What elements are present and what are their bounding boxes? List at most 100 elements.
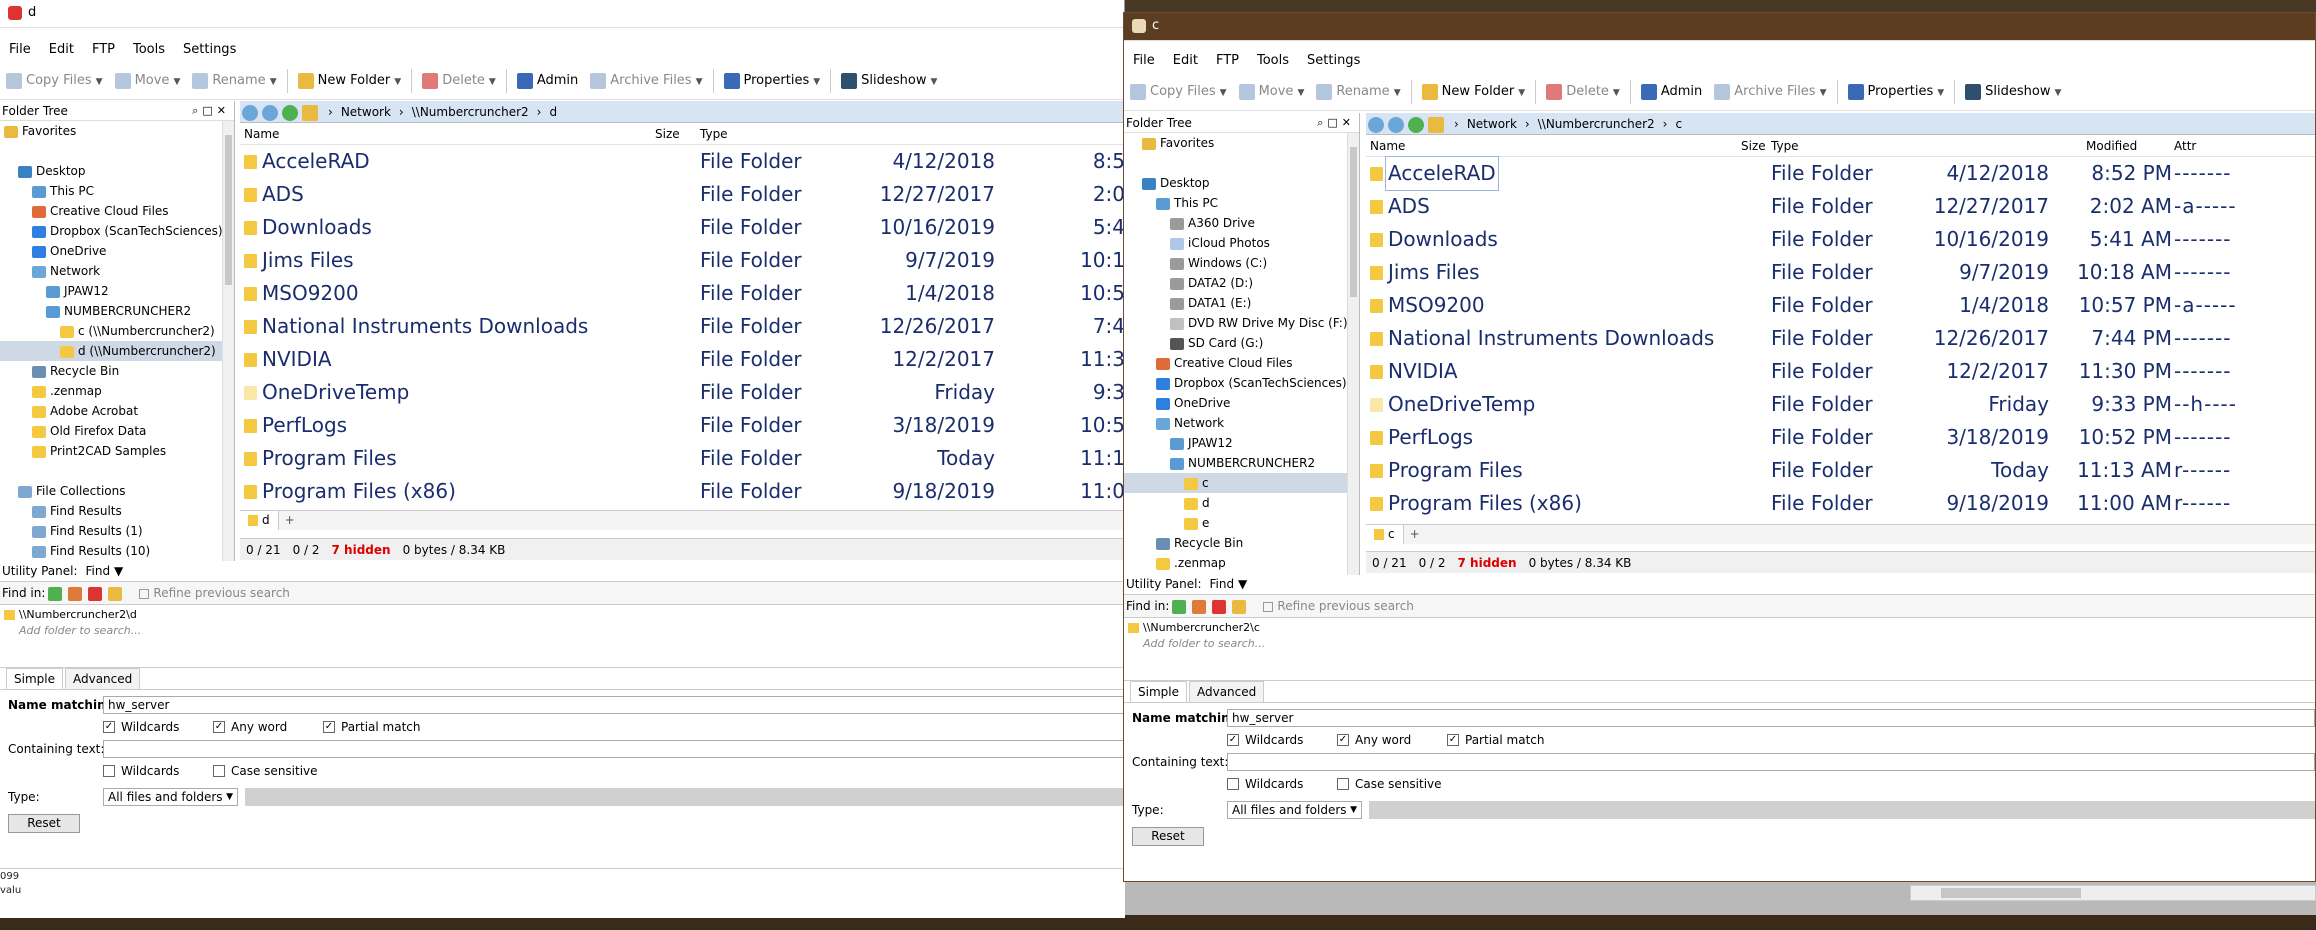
move-button[interactable]: Move ▼ — [1233, 77, 1311, 107]
tree-item[interactable]: Recycle Bin — [0, 361, 234, 381]
column-modified[interactable]: Modified — [2086, 135, 2137, 157]
tree-item[interactable]: Dropbox (ScanTechSciences) — [1124, 373, 1359, 393]
back-icon[interactable] — [242, 104, 258, 121]
chevron-down-icon[interactable]: ▼ — [1518, 88, 1525, 98]
tree-item[interactable]: This PC — [0, 181, 234, 201]
case-checkbox[interactable] — [213, 765, 225, 777]
search-folder-item[interactable]: \\Numbercruncher2\d — [4, 607, 1120, 623]
file-row[interactable]: Program Files (x86) File Folder 9/18/2019 1… — [1366, 487, 2315, 520]
file-row[interactable]: ADS File Folder 12/27/2017 2:0 — [240, 178, 1124, 211]
file-row[interactable]: NVIDIA File Folder 12/2/2017 11:3 — [240, 343, 1124, 376]
scroll-thumb[interactable] — [1941, 888, 2081, 898]
remove-folder-icon[interactable] — [68, 586, 83, 601]
breadcrumb-item[interactable]: Network — [1467, 117, 1517, 131]
chevron-down-icon[interactable]: ▼ — [1613, 88, 1620, 98]
tree-scrollbar[interactable] — [222, 121, 234, 561]
tree-scrollbar[interactable] — [1347, 133, 1359, 575]
any-word-checkbox[interactable]: ✓ — [213, 721, 225, 733]
file-row[interactable]: NVIDIA File Folder 12/2/2017 11:30 PM ------… — [1366, 355, 2315, 388]
status-hidden[interactable]: 7 hidden — [326, 539, 397, 561]
tree-item[interactable]: DATA1 (E:) — [1124, 293, 1359, 313]
breadcrumb-item[interactable]: d — [549, 105, 557, 119]
file-row[interactable]: AcceleRAD File Folder 4/12/2018 8:52 PM ----… — [1366, 156, 2315, 191]
file-row[interactable]: Jims Files File Folder 9/7/2019 10:18 AM ---… — [1366, 256, 2315, 289]
partial-checkbox[interactable]: ✓ — [323, 721, 335, 733]
file-row[interactable]: Downloads File Folder 10/16/2019 5:4 — [240, 211, 1124, 244]
chevron-down-icon[interactable]: ▼ — [270, 77, 277, 87]
tree-item[interactable]: Creative Cloud Files — [1124, 353, 1359, 373]
tree-item[interactable]: d (\\Numbercruncher2) — [0, 341, 234, 361]
column-type[interactable]: Type — [1771, 135, 1799, 157]
move-button[interactable]: Move ▼ — [109, 66, 187, 96]
wildcards2-checkbox[interactable] — [1227, 778, 1239, 790]
address-bar[interactable]: › Network › \\Numbercruncher2 › d — [240, 101, 1124, 123]
tree-item[interactable]: c — [1124, 473, 1359, 493]
containing-text-input[interactable] — [1227, 753, 2315, 771]
tree-item[interactable]: Find Results (10) — [0, 541, 234, 561]
file-row[interactable]: OneDriveTemp File Folder Friday 9:33 PM --h-… — [1366, 388, 2315, 421]
chevron-down-icon[interactable]: ▼ — [489, 77, 496, 87]
address-bar[interactable]: › Network › \\Numbercruncher2 › c — [1366, 113, 2315, 135]
tree-item[interactable]: File Collections — [0, 481, 234, 501]
file-row[interactable]: PerfLogs File Folder 3/18/2019 10:5 — [240, 409, 1124, 442]
copy-files-button[interactable]: Copy Files ▼ — [1124, 77, 1233, 107]
menu-tools[interactable]: Tools — [1248, 49, 1298, 72]
wildcards-checkbox[interactable]: ✓ — [1227, 734, 1239, 746]
menu-edit[interactable]: Edit — [40, 38, 83, 61]
home-folder-icon[interactable] — [302, 104, 318, 121]
new-tab-button[interactable]: + — [1404, 525, 1426, 544]
chevron-down-icon[interactable]: ▼ — [1297, 88, 1304, 98]
tree-item[interactable]: DVD RW Drive My Disc (F:) — [1124, 313, 1359, 333]
file-row[interactable]: Jims Files File Folder 9/7/2019 10:1 — [240, 244, 1124, 277]
tree-item[interactable]: DATA2 (D:) — [1124, 273, 1359, 293]
tree-item[interactable]: Favorites — [0, 121, 234, 141]
tree-item[interactable]: Creative Cloud Files — [0, 201, 234, 221]
slideshow-button[interactable]: Slideshow ▼ — [1959, 77, 2067, 107]
home-folder-icon[interactable] — [1428, 116, 1444, 133]
file-row[interactable]: OneDriveTemp File Folder Friday 9:3 — [240, 376, 1124, 409]
breadcrumb-item[interactable]: \\Numbercruncher2 — [412, 105, 529, 119]
chevron-down-icon[interactable]: ▼ — [930, 77, 937, 87]
tree-item[interactable]: .zenmap — [0, 381, 234, 401]
up-icon[interactable] — [1408, 116, 1424, 133]
tree-item[interactable]: NUMBERCRUNCHER2 — [0, 301, 234, 321]
file-row[interactable]: National Instruments Downloads File Folde… — [1366, 322, 2315, 355]
new-folder-button[interactable]: New Folder ▼ — [292, 66, 408, 96]
panel-controls[interactable]: ⌕□✕ — [192, 101, 230, 121]
chevron-down-icon[interactable]: ▼ — [1220, 88, 1227, 98]
chevron-down-icon[interactable]: ▼ — [2054, 88, 2061, 98]
properties-button[interactable]: Properties ▼ — [1842, 77, 1951, 107]
breadcrumb-item[interactable]: c — [1675, 117, 1682, 131]
name-matching-input[interactable]: hw_server — [1227, 709, 2315, 727]
file-row[interactable]: PerfLogs File Folder 3/18/2019 10:52 PM ----… — [1366, 421, 2315, 454]
scroll-thumb[interactable] — [1350, 147, 1357, 297]
tree-item[interactable]: NUMBERCRUNCHER2 — [1124, 453, 1359, 473]
admin-button[interactable]: Admin — [511, 66, 584, 96]
file-row[interactable]: AcceleRAD File Folder 4/12/2018 8:5 — [240, 145, 1124, 178]
chevron-down-icon[interactable]: ▼ — [1937, 88, 1944, 98]
tree-item[interactable]: JPAW12 — [0, 281, 234, 301]
delete-button[interactable]: Delete ▼ — [416, 66, 502, 96]
slideshow-button[interactable]: Slideshow ▼ — [835, 66, 943, 96]
column-attr[interactable]: Attr — [2174, 135, 2196, 157]
utility-mode-dropdown[interactable]: Find ▼ — [86, 564, 124, 578]
tree-item[interactable]: Adobe Acrobat — [0, 401, 234, 421]
chevron-down-icon[interactable]: ▼ — [1394, 88, 1401, 98]
lock-icon[interactable] — [1232, 599, 1247, 614]
wildcards-checkbox[interactable]: ✓ — [103, 721, 115, 733]
back-icon[interactable] — [1368, 116, 1384, 133]
file-row[interactable]: MSO9200 File Folder 1/4/2018 10:57 PM -a----… — [1366, 289, 2315, 322]
delete-button[interactable]: Delete ▼ — [1540, 77, 1626, 107]
name-matching-input[interactable]: hw_server — [103, 696, 1124, 714]
menu-settings[interactable]: Settings — [174, 38, 245, 61]
forward-icon[interactable] — [1388, 116, 1404, 133]
remove-folder-icon[interactable] — [1192, 599, 1207, 614]
title-bar[interactable]: c — [1124, 13, 2315, 41]
search-folder-list[interactable]: \\Numbercruncher2\d Add folder to search.… — [0, 604, 1124, 668]
tree-item[interactable]: d — [1124, 493, 1359, 513]
tree-item[interactable]: Network — [1124, 413, 1359, 433]
file-row[interactable]: MSO9200 File Folder 1/4/2018 10:5 — [240, 277, 1124, 310]
clear-icon[interactable] — [88, 586, 103, 601]
tree-item[interactable]: Old Firefox Data — [0, 421, 234, 441]
containing-text-input[interactable] — [103, 740, 1124, 758]
